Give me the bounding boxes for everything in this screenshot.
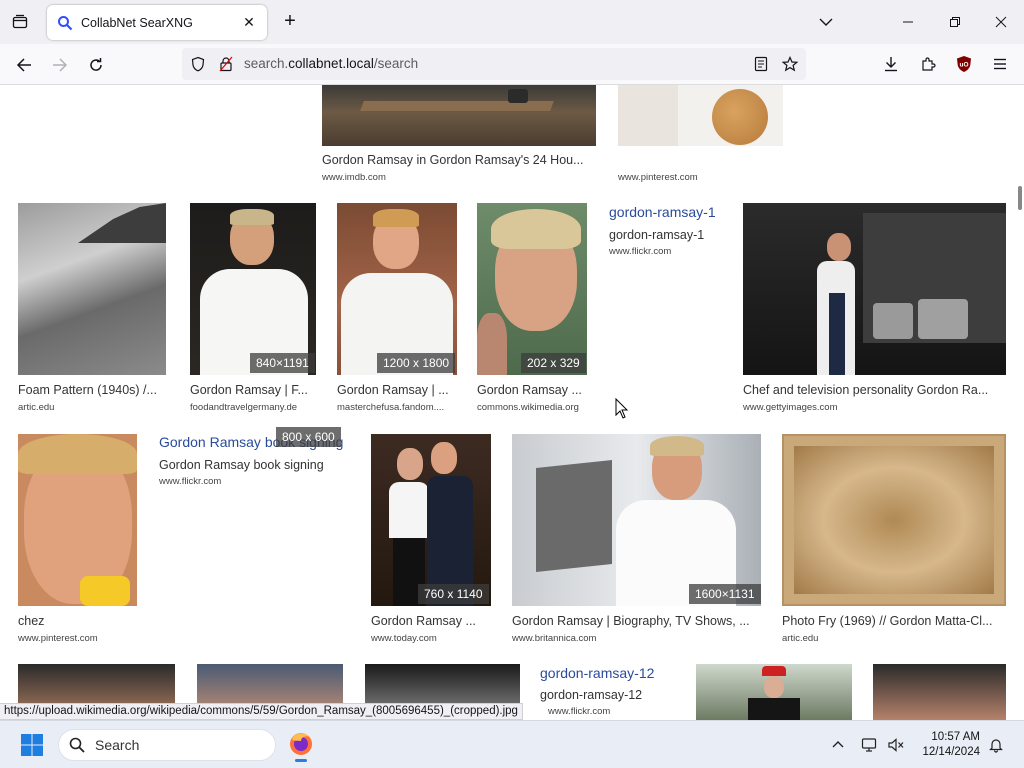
url-prefix: search. — [244, 56, 289, 71]
result-thumbnail[interactable] — [190, 203, 316, 375]
result-url: www.imdb.com — [322, 172, 386, 183]
status-link-url: https://upload.wikimedia.org/wikipedia/c… — [0, 703, 523, 720]
shield-icon[interactable] — [190, 56, 206, 72]
mouse-cursor-icon — [615, 398, 629, 419]
close-window-icon[interactable] — [987, 8, 1015, 36]
result-thumbnail[interactable] — [696, 664, 852, 720]
result-url: foodandtravelgermany.de — [190, 402, 298, 413]
result-thumbnail[interactable] — [618, 85, 783, 146]
new-tab-icon[interactable]: + — [280, 11, 300, 32]
result-url: masterchefusa.fandom.... — [337, 402, 445, 413]
result-url: www.flickr.com — [609, 246, 672, 257]
tab-close-icon[interactable]: ✕ — [241, 14, 257, 31]
navigation-toolbar: search.collabnet.local/search uO — [0, 44, 1024, 85]
tab-bar: CollabNet SearXNG ✕ + — [0, 0, 1024, 44]
resolution-badge: 760 x 1140 — [418, 584, 489, 604]
result-thumbnail[interactable] — [18, 434, 137, 606]
result-title[interactable]: Gordon Ramsay ... — [371, 614, 493, 628]
result-title[interactable]: Gordon Ramsay | ... — [337, 383, 459, 397]
extensions-icon[interactable] — [918, 54, 938, 74]
result-link-title[interactable]: gordon-ramsay-1 — [609, 204, 716, 220]
url-host: collabnet.local — [288, 56, 374, 71]
result-url: artic.edu — [782, 633, 819, 644]
result-thumbnail[interactable] — [18, 203, 166, 375]
tab-list-icon[interactable] — [8, 10, 32, 34]
tab-searxng[interactable]: CollabNet SearXNG ✕ — [47, 5, 267, 40]
reader-view-icon[interactable] — [753, 56, 769, 72]
search-label: Search — [95, 737, 140, 753]
result-url: artic.edu — [18, 402, 55, 413]
windows-taskbar: Search 10:57 AM 12/14/2024 — [0, 720, 1024, 768]
result-title[interactable]: Foam Pattern (1940s) /... — [18, 383, 168, 397]
hamburger-menu-icon[interactable] — [990, 54, 1010, 74]
resolution-badge: 1200 x 1800 — [377, 353, 456, 373]
active-app-indicator — [295, 759, 307, 762]
firefox-icon — [290, 733, 312, 755]
minimize-icon[interactable] — [894, 8, 922, 36]
windows-start-icon[interactable] — [20, 733, 44, 757]
result-url: commons.wikimedia.org — [477, 402, 579, 413]
chevron-up-icon[interactable] — [828, 735, 848, 755]
result-url: www.today.com — [371, 633, 437, 644]
page-scrollbar[interactable] — [1016, 85, 1024, 720]
result-title[interactable]: Gordon Ramsay | F... — [190, 383, 318, 397]
volume-muted-icon[interactable] — [886, 735, 906, 755]
result-url: www.flickr.com — [548, 706, 611, 717]
notification-bell-icon[interactable] — [986, 735, 1006, 755]
resolution-badge: 800 x 600 — [276, 427, 341, 447]
result-title[interactable]: gordon-ramsay-1 — [609, 228, 704, 242]
result-url: www.britannica.com — [512, 633, 597, 644]
result-thumbnail[interactable] — [322, 85, 596, 146]
bookmark-star-icon[interactable] — [782, 56, 798, 72]
result-thumbnail[interactable] — [477, 203, 587, 375]
resolution-badge: 202 x 329 — [521, 353, 586, 373]
result-thumbnail[interactable] — [873, 664, 1006, 720]
result-url: www.gettyimages.com — [743, 402, 838, 413]
lock-icon[interactable] — [218, 56, 234, 72]
search-icon — [69, 737, 85, 753]
chevron-down-icon[interactable] — [816, 12, 836, 32]
result-title[interactable]: Gordon Ramsay book signing — [159, 458, 324, 472]
tab-title: CollabNet SearXNG — [81, 15, 193, 30]
result-title[interactable]: Chef and television personality Gordon R… — [743, 383, 1005, 397]
result-url: www.flickr.com — [159, 476, 222, 487]
result-url: www.pinterest.com — [618, 172, 698, 183]
restore-icon[interactable] — [941, 8, 969, 36]
taskbar-firefox-button[interactable] — [286, 729, 316, 762]
result-thumbnail[interactable] — [371, 434, 491, 606]
result-title[interactable]: Gordon Ramsay in Gordon Ramsay's 24 Hou.… — [322, 153, 598, 167]
reload-icon[interactable] — [83, 52, 109, 78]
result-title[interactable]: Photo Fry (1969) // Gordon Matta-Cl... — [782, 614, 1006, 628]
network-icon[interactable] — [860, 735, 880, 755]
ublock-origin-icon[interactable]: uO — [954, 54, 974, 74]
result-thumbnail[interactable] — [337, 203, 457, 375]
result-title[interactable]: chez — [18, 614, 44, 628]
system-clock[interactable]: 10:57 AM 12/14/2024 — [910, 730, 980, 760]
result-title[interactable]: gordon-ramsay-12 — [540, 688, 642, 702]
url-bar[interactable]: search.collabnet.local/search — [182, 48, 806, 80]
back-arrow-icon[interactable] — [11, 52, 37, 78]
resolution-badge: 840×1191 — [250, 353, 315, 373]
resolution-badge: 1600×1131 — [689, 584, 761, 604]
downloads-icon[interactable] — [881, 54, 901, 74]
clock-date: 12/14/2024 — [922, 746, 980, 758]
forward-arrow-icon[interactable] — [47, 52, 73, 78]
url-text[interactable]: search.collabnet.local/search — [244, 56, 418, 71]
result-title[interactable]: Gordon Ramsay ... — [477, 383, 589, 397]
result-thumbnail[interactable] — [782, 434, 1006, 606]
url-path: /search — [373, 56, 419, 71]
result-url: www.pinterest.com — [18, 633, 98, 644]
result-thumbnail[interactable] — [743, 203, 1006, 375]
taskbar-search-box[interactable]: Search — [58, 729, 276, 761]
clock-time: 10:57 AM — [931, 731, 980, 743]
result-thumbnail[interactable] — [512, 434, 761, 606]
result-link-title[interactable]: gordon-ramsay-12 — [540, 665, 654, 681]
svg-text:uO: uO — [959, 62, 968, 69]
result-title[interactable]: Gordon Ramsay | Biography, TV Shows, ... — [512, 614, 762, 628]
scrollbar-thumb[interactable] — [1018, 186, 1022, 210]
searxng-logo-icon — [58, 15, 73, 30]
image-results-grid: Gordon Ramsay in Gordon Ramsay's 24 Hou.… — [0, 85, 1024, 720]
